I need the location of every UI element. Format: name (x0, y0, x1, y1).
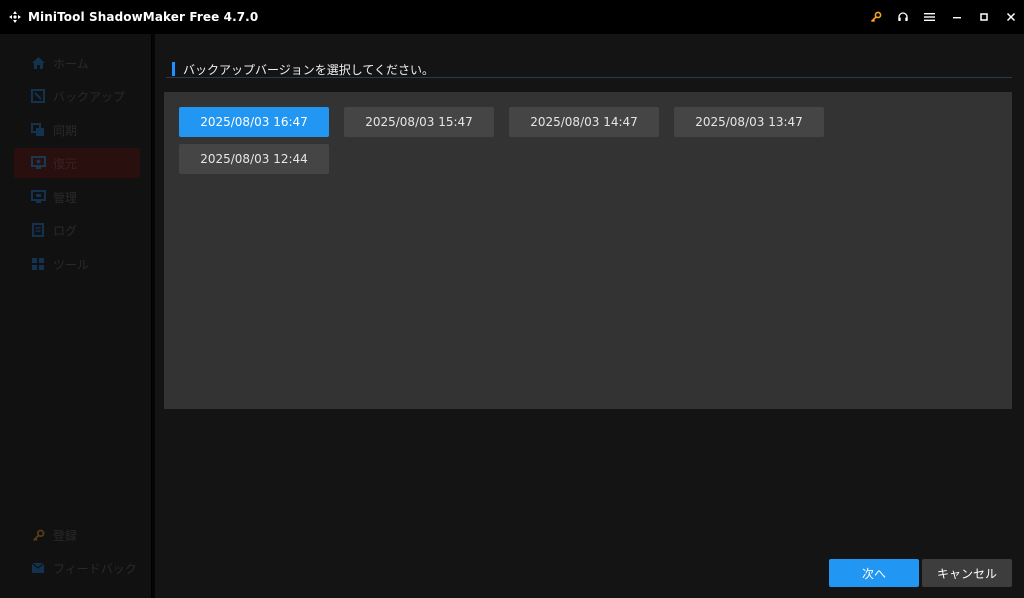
section-header: バックアップバージョンを選択してください。 (172, 60, 1008, 78)
sidebar-item-manage[interactable]: 管理 (14, 182, 140, 212)
backup-icon (30, 88, 46, 104)
backup-version-item[interactable]: 2025/08/03 15:47 (344, 107, 494, 137)
restore-icon (30, 155, 46, 171)
main-content: バックアップバージョンを選択してください。 2025/08/03 16:47 2… (156, 34, 1024, 598)
register-key-icon[interactable] (862, 0, 889, 34)
sidebar-item-label: 復元 (53, 156, 78, 171)
app-window: MiniTool ShadowMaker Free 4.7.0 ホーム バックア… (0, 0, 1024, 598)
sidebar-item-feedback[interactable]: フィードバック (14, 553, 140, 583)
tools-icon (30, 256, 46, 272)
minimize-icon[interactable] (943, 0, 970, 34)
sidebar-item-label: ログ (53, 223, 78, 238)
mail-icon (30, 560, 46, 576)
menu-icon[interactable] (916, 0, 943, 34)
sidebar-item-label: フィードバック (53, 561, 137, 576)
backup-version-item[interactable]: 2025/08/03 14:47 (509, 107, 659, 137)
maximize-icon[interactable] (970, 0, 997, 34)
title-controls (862, 0, 1024, 34)
window-title: MiniTool ShadowMaker Free 4.7.0 (28, 10, 259, 24)
manage-icon (30, 189, 46, 205)
title-bar: MiniTool ShadowMaker Free 4.7.0 (0, 0, 1024, 34)
sidebar-item-log[interactable]: ログ (14, 215, 140, 245)
sidebar-item-backup[interactable]: バックアップ (14, 81, 140, 111)
sidebar-item-tools[interactable]: ツール (14, 249, 140, 279)
app-logo-icon (7, 9, 23, 25)
backup-version-item[interactable]: 2025/08/03 16:47 (179, 107, 329, 137)
support-headset-icon[interactable] (889, 0, 916, 34)
sidebar-item-restore[interactable]: 復元 (14, 148, 140, 178)
sidebar-item-label: ホーム (53, 56, 89, 71)
backup-versions-panel: 2025/08/03 16:47 2025/08/03 15:47 2025/0… (164, 92, 1012, 409)
sync-icon (30, 122, 46, 138)
sidebar-item-label: 登録 (53, 528, 78, 543)
next-button[interactable]: 次へ (829, 559, 919, 587)
sidebar-item-register[interactable]: 登録 (14, 520, 140, 550)
section-title: バックアップバージョンを選択してください。 (183, 62, 435, 77)
sidebar: ホーム バックアップ 同期 復元 管理 ログ ツール 登録 フィードバック (0, 34, 152, 598)
backup-version-item[interactable]: 2025/08/03 13:47 (674, 107, 824, 137)
sidebar-divider (152, 34, 155, 598)
sidebar-item-home[interactable]: ホーム (14, 48, 140, 78)
log-icon (30, 222, 46, 238)
home-icon (30, 55, 46, 71)
key-icon (30, 527, 46, 543)
sidebar-item-sync[interactable]: 同期 (14, 115, 140, 145)
section-divider (166, 77, 1012, 78)
sidebar-item-label: バックアップ (53, 89, 126, 104)
accent-bar (172, 62, 175, 76)
sidebar-item-label: ツール (53, 257, 90, 272)
sidebar-item-label: 管理 (53, 190, 78, 205)
sidebar-item-label: 同期 (53, 123, 78, 138)
cancel-button[interactable]: キャンセル (922, 559, 1012, 587)
backup-version-item[interactable]: 2025/08/03 12:44 (179, 144, 329, 174)
close-icon[interactable] (997, 0, 1024, 34)
